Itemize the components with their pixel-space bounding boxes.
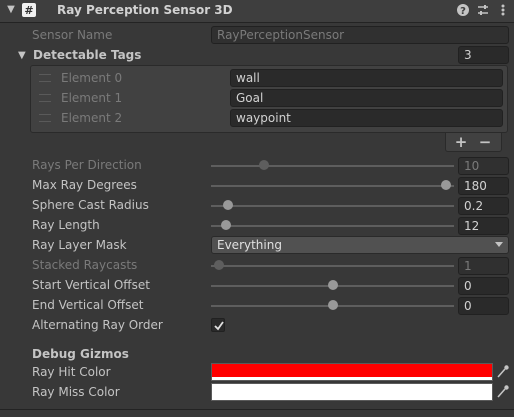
detectable-tags-foldout-icon[interactable]: ▼ — [18, 50, 26, 61]
sensor-name-field: RayPerceptionSensor — [211, 26, 509, 44]
ray-length-field[interactable]: 12 — [458, 217, 509, 235]
stacked-raycasts-field: 1 — [458, 257, 509, 275]
chevron-down-icon — [495, 242, 503, 247]
rays-per-direction-field: 10 — [458, 157, 509, 175]
rays-per-direction-thumb — [259, 160, 270, 170]
sphere-cast-radius-track[interactable] — [211, 205, 454, 207]
alpha-bar — [212, 397, 492, 400]
sphere-cast-radius-field[interactable]: 0.2 — [458, 197, 509, 215]
stacked-raycasts-thumb — [214, 260, 224, 270]
detectable-tags-label[interactable]: Detectable Tags — [33, 48, 141, 62]
alpha-bar — [212, 377, 492, 380]
tag-element-field[interactable]: waypoint — [230, 109, 503, 127]
help-icon[interactable]: ? — [456, 3, 470, 17]
tag-element-field[interactable]: Goal — [230, 89, 503, 107]
ray-miss-color-field[interactable] — [211, 383, 493, 401]
component-header: ▼ # Ray Perception Sensor 3D ? — [0, 0, 514, 23]
rays-per-direction-track — [211, 165, 454, 167]
ray-layer-mask-label: Ray Layer Mask — [32, 238, 127, 252]
reorder-handle-icon[interactable] — [39, 74, 51, 82]
max-ray-degrees-label: Max Ray Degrees — [32, 178, 137, 192]
list-add-remove: + − — [445, 133, 502, 152]
sphere-cast-radius-thumb[interactable] — [223, 200, 234, 210]
end-vertical-offset-label: End Vertical Offset — [32, 298, 144, 312]
ray-layer-mask-dropdown[interactable]: Everything — [211, 236, 509, 254]
component-title: Ray Perception Sensor 3D — [57, 3, 233, 17]
start-vertical-offset-thumb[interactable] — [327, 280, 338, 290]
stacked-raycasts-label: Stacked Raycasts — [32, 258, 138, 272]
divider — [0, 409, 514, 410]
context-menu-icon[interactable] — [496, 3, 510, 17]
ray-hit-color-label: Ray Hit Color — [32, 365, 111, 379]
eyedropper-icon[interactable] — [495, 383, 510, 400]
reorder-handle-icon[interactable] — [39, 114, 51, 122]
checkmark-icon — [214, 321, 224, 331]
ray-hit-color-field[interactable] — [211, 363, 493, 381]
rays-per-direction-label: Rays Per Direction — [32, 158, 142, 172]
alternating-ray-order-label: Alternating Ray Order — [32, 318, 163, 332]
end-vertical-offset-thumb[interactable] — [327, 300, 338, 310]
start-vertical-offset-field[interactable]: 0 — [458, 277, 509, 295]
start-vertical-offset-label: Start Vertical Offset — [32, 278, 150, 292]
end-vertical-offset-field[interactable]: 0 — [458, 297, 509, 315]
add-element-button[interactable]: + — [451, 133, 471, 151]
tag-element-label: Element 1 — [61, 91, 123, 105]
script-hash-icon: # — [24, 4, 33, 16]
max-ray-degrees-track[interactable] — [211, 185, 454, 187]
stacked-raycasts-track — [211, 265, 454, 267]
eyedropper-icon[interactable] — [495, 363, 510, 380]
tag-element-label: Element 2 — [61, 111, 123, 125]
ray-layer-mask-value: Everything — [217, 238, 282, 252]
tag-element-label: Element 0 — [61, 71, 123, 85]
collapse-arrow-icon[interactable]: ▼ — [5, 4, 17, 16]
tag-element-field[interactable]: wall — [230, 69, 503, 87]
detectable-tags-count[interactable]: 3 — [458, 46, 509, 64]
ray-length-track[interactable] — [211, 225, 454, 227]
max-ray-degrees-thumb[interactable] — [441, 180, 451, 190]
ray-length-thumb[interactable] — [220, 220, 231, 230]
detectable-tags-list: Element 0 wall Element 1 Goal Element 2 … — [30, 65, 508, 133]
svg-text:#: # — [24, 4, 33, 16]
sphere-cast-radius-label: Sphere Cast Radius — [32, 198, 149, 212]
reorder-handle-icon[interactable] — [39, 94, 51, 102]
sensor-name-label: Sensor Name — [32, 28, 113, 42]
ray-miss-color-label: Ray Miss Color — [32, 385, 120, 399]
svg-text:?: ? — [460, 6, 466, 17]
presets-icon[interactable] — [476, 3, 490, 17]
remove-element-button[interactable]: − — [475, 133, 495, 151]
max-ray-degrees-field[interactable]: 180 — [458, 177, 509, 195]
component-enabled-checkbox[interactable]: # — [22, 3, 36, 17]
debug-gizmos-title: Debug Gizmos — [32, 347, 129, 361]
ray-length-label: Ray Length — [32, 218, 100, 232]
alternating-ray-order-checkbox[interactable] — [211, 318, 225, 332]
